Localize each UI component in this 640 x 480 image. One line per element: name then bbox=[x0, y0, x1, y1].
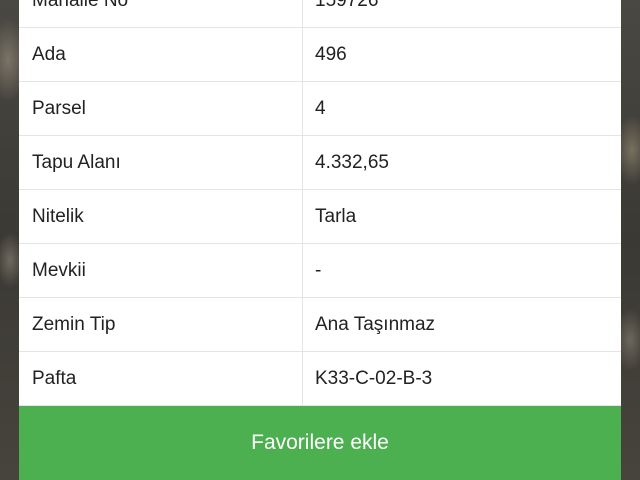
row-value-mahalle-no: 159726 bbox=[315, 0, 379, 11]
row-value-pafta: K33-C-02-B-3 bbox=[315, 367, 433, 389]
add-to-favorites-button[interactable]: Favorilere ekle bbox=[19, 406, 621, 480]
table-row: Ada 496 bbox=[19, 28, 621, 82]
row-value-nitelik: Tarla bbox=[315, 205, 357, 227]
row-label-ada: Ada bbox=[19, 28, 303, 81]
row-label-mevkii: Mevkii bbox=[19, 244, 303, 297]
row-value-mevkii: - bbox=[315, 259, 322, 281]
row-label-mahalle-no: Mahalle No bbox=[19, 0, 303, 27]
row-value-parsel: 4 bbox=[315, 97, 326, 119]
table-row: Tapu Alanı 4.332,65 bbox=[19, 136, 621, 190]
row-label-pafta: Pafta bbox=[19, 352, 303, 405]
row-label-tapu-alani: Tapu Alanı bbox=[19, 136, 303, 189]
row-label-parsel: Parsel bbox=[19, 82, 303, 135]
row-value-zemin-tip: Ana Taşınmaz bbox=[315, 313, 436, 335]
table-row: Zemin Tip Ana Taşınmaz bbox=[19, 298, 621, 352]
table-row: Mahalle No 159726 bbox=[19, 0, 621, 28]
table-row: Pafta K33-C-02-B-3 bbox=[19, 352, 621, 406]
table-row: Mevkii - bbox=[19, 244, 621, 298]
table-row: Parsel 4 bbox=[19, 82, 621, 136]
parcel-info-table: Mahalle No 159726 Ada 496 Parsel 4 Tapu … bbox=[19, 0, 621, 406]
row-value-tapu-alani: 4.332,65 bbox=[315, 151, 389, 173]
row-value-ada: 496 bbox=[315, 43, 347, 65]
row-label-zemin-tip: Zemin Tip bbox=[19, 298, 303, 351]
row-label-nitelik: Nitelik bbox=[19, 190, 303, 243]
table-row: Nitelik Tarla bbox=[19, 190, 621, 244]
